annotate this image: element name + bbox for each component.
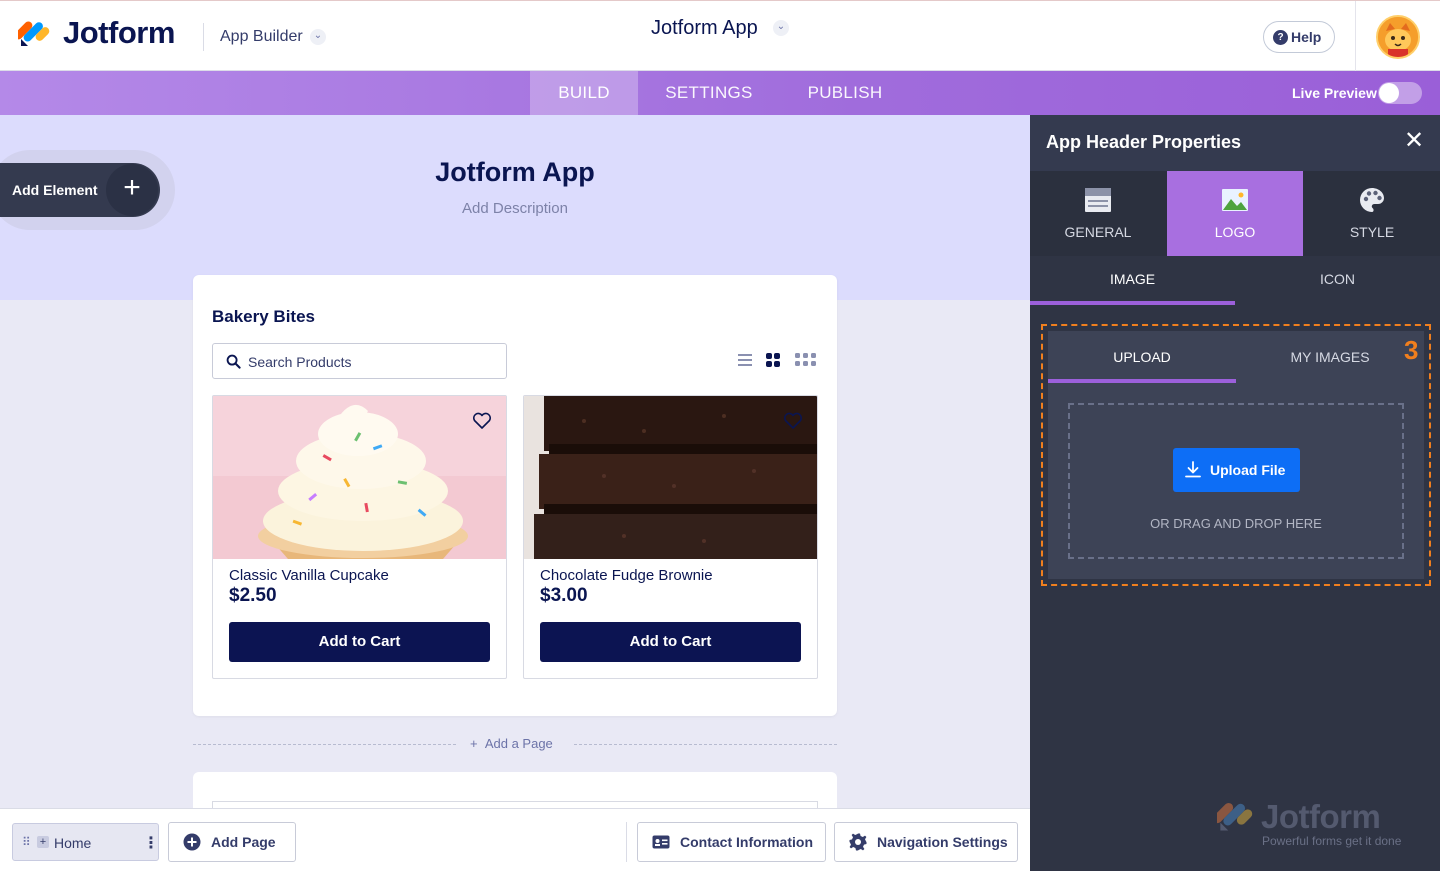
app-header-description[interactable]: Add Description [0, 200, 1030, 217]
add-to-cart-button[interactable]: Add to Cart [540, 622, 801, 662]
tab-style[interactable]: STYLE [1304, 171, 1440, 256]
heart-icon[interactable] [472, 412, 492, 430]
drag-drop-hint: OR DRAG AND DROP HERE [1150, 516, 1322, 531]
product-name: Chocolate Fudge Brownie [540, 567, 713, 584]
add-a-page-link[interactable]: + Add a Page [470, 736, 553, 751]
help-button[interactable]: ? Help [1263, 21, 1335, 53]
tab-style-label: STYLE [1349, 224, 1395, 240]
tab-icon[interactable]: ICON [1235, 256, 1440, 305]
add-page-label: Add Page [211, 834, 276, 850]
search-placeholder: Search Products [248, 354, 352, 370]
navigation-settings-button[interactable]: Navigation Settings [834, 822, 1018, 862]
navigation-settings-label: Navigation Settings [877, 834, 1008, 850]
watermark-tagline: Powerful forms get it done [1262, 834, 1402, 848]
header-layout-icon [1085, 188, 1111, 212]
properties-panel: App Header Properties ✕ GENERAL LOGO STY… [1030, 115, 1440, 871]
divider [193, 744, 456, 745]
divider [203, 23, 204, 51]
tab-image[interactable]: IMAGE [1030, 256, 1235, 305]
upload-section: UPLOAD MY IMAGES 3 Upload File OR DRAG A… [1048, 331, 1424, 579]
builder-tab-bar: BUILD SETTINGS PUBLISH Live Preview [0, 71, 1440, 115]
product-image [213, 396, 506, 559]
brand-name[interactable]: Jotform [63, 15, 175, 51]
logo-type-tabs: IMAGE ICON [1030, 256, 1440, 305]
bottom-toolbar: ⠿ + Home ⋮ Add Page Contact Information … [0, 808, 1030, 871]
add-to-cart-button[interactable]: Add to Cart [229, 622, 490, 662]
live-preview-label: Live Preview [1292, 85, 1377, 101]
panel-tabs: GENERAL LOGO STYLE [1030, 171, 1440, 256]
tab-upload[interactable]: UPLOAD [1048, 331, 1236, 383]
add-circle-icon [183, 833, 201, 851]
tab-build[interactable]: BUILD [530, 71, 638, 115]
question-icon: ? [1273, 29, 1288, 45]
image-icon [1222, 189, 1248, 211]
add-a-page-label: Add a Page [484, 736, 553, 751]
tab-logo[interactable]: LOGO [1167, 171, 1303, 256]
tab-settings[interactable]: SETTINGS [652, 71, 766, 115]
highlight-frame: UPLOAD MY IMAGES 3 Upload File OR DRAG A… [1041, 324, 1431, 586]
toggle-knob [1379, 83, 1399, 103]
jotform-watermark-icon [1217, 802, 1253, 831]
avatar-cat-icon [1378, 17, 1418, 57]
live-preview-toggle[interactable] [1378, 82, 1422, 104]
chevron-down-icon[interactable]: ⌄ [310, 29, 326, 45]
download-arrow-icon [1185, 461, 1201, 478]
product-card[interactable]: Classic Vanilla Cupcake $2.50 Add to Car… [212, 395, 507, 679]
tab-my-images[interactable]: MY IMAGES [1236, 331, 1424, 383]
product-name: Classic Vanilla Cupcake [229, 567, 389, 584]
list-view-icon[interactable] [738, 353, 752, 367]
compact-grid-view-icon[interactable] [795, 353, 816, 367]
avatar[interactable] [1376, 15, 1420, 59]
upload-file-button[interactable]: Upload File [1173, 448, 1300, 492]
drag-handle-icon[interactable]: ⠿ [22, 835, 31, 849]
page-tab-home[interactable]: ⠿ + Home ⋮ [12, 823, 159, 861]
add-page-button[interactable]: Add Page [168, 822, 296, 862]
close-icon[interactable]: ✕ [1404, 129, 1424, 153]
jotform-watermark: Jotform [1261, 798, 1381, 835]
top-bar: Jotform App Builder ⌄ Jotform App ⌄ ? Hel… [0, 0, 1440, 72]
drop-zone[interactable]: Upload File OR DRAG AND DROP HERE [1068, 403, 1404, 559]
product-card[interactable]: Chocolate Fudge Brownie $3.00 Add to Car… [523, 395, 818, 679]
contact-information-button[interactable]: Contact Information [637, 822, 826, 862]
panel-header: App Header Properties ✕ [1030, 115, 1440, 171]
upload-file-label: Upload File [1210, 462, 1286, 478]
next-page-card[interactable] [193, 772, 837, 808]
page-tab-label: Home [54, 835, 92, 851]
page-plus-icon: + [37, 836, 49, 848]
tab-general-label: GENERAL [1064, 224, 1132, 240]
app-builder-menu[interactable]: App Builder [220, 28, 303, 46]
next-page-element [212, 801, 818, 808]
panel-title: App Header Properties [1046, 132, 1242, 152]
product-image [524, 396, 817, 559]
divider [1355, 1, 1356, 72]
grid-view-icon[interactable] [766, 353, 780, 367]
app-title[interactable]: Jotform App [651, 17, 758, 40]
jotform-logo-icon[interactable] [18, 18, 50, 50]
tab-publish[interactable]: PUBLISH [795, 71, 895, 115]
product-price: $2.50 [229, 585, 277, 606]
step-number-badge: 3 [1404, 335, 1419, 365]
product-list-widget[interactable]: Bakery Bites Search Products Classic Van… [193, 275, 837, 716]
app-header-title[interactable]: Jotform App [0, 157, 1030, 188]
widget-title: Bakery Bites [212, 307, 316, 326]
more-options-icon[interactable]: ⋮ [143, 833, 159, 853]
app-canvas: Add Element + Jotform App Add Descriptio… [0, 115, 1030, 808]
contact-card-icon [652, 835, 670, 849]
gear-icon [849, 833, 867, 851]
divider [626, 822, 627, 862]
help-label: Help [1291, 29, 1322, 45]
upload-tabs: UPLOAD MY IMAGES [1048, 331, 1424, 383]
chevron-down-icon[interactable]: ⌄ [773, 20, 789, 36]
tab-general[interactable]: GENERAL [1030, 171, 1166, 256]
search-icon [226, 354, 241, 369]
brownie-image [524, 396, 817, 559]
cupcake-image [213, 396, 506, 559]
heart-icon[interactable] [783, 412, 803, 430]
contact-information-label: Contact Information [680, 834, 813, 850]
product-price: $3.00 [540, 585, 588, 606]
search-input[interactable]: Search Products [212, 343, 507, 379]
palette-icon [1360, 188, 1384, 212]
divider [574, 744, 837, 745]
tab-logo-label: LOGO [1214, 224, 1256, 240]
